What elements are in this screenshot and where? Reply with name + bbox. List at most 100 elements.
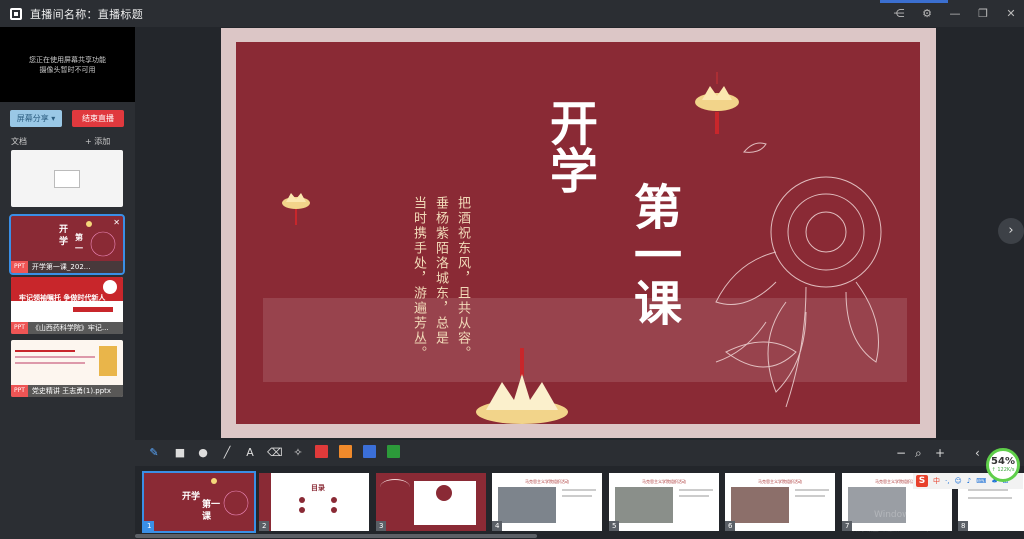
doc-close-icon[interactable]: ✕ bbox=[113, 218, 120, 227]
ppt-badge: PPT bbox=[11, 322, 28, 334]
prev-page-icon[interactable]: ‹ bbox=[975, 446, 980, 460]
thumb-number: 5 bbox=[609, 521, 620, 531]
docs-section-label: 文档 bbox=[11, 137, 27, 146]
svg-text:开: 开 bbox=[59, 224, 68, 235]
doc-item-2[interactable]: 牢记领袖嘱托 争做时代新人 PPT 《山西药科学院》牢记... bbox=[11, 277, 123, 334]
emoji-icon[interactable]: ☺ bbox=[954, 477, 961, 485]
upload-speed: ↑ 122K/s bbox=[991, 467, 1015, 473]
thumb-heading: 马克思主义学院组织活动 bbox=[525, 479, 569, 484]
end-live-button[interactable]: 结束直播 bbox=[72, 110, 124, 127]
circle-icon[interactable]: ● bbox=[196, 446, 210, 460]
app-logo-icon bbox=[10, 7, 22, 20]
thumb-text-line bbox=[968, 489, 1008, 491]
activation-watermark: Windows bbox=[874, 510, 915, 520]
window-controls: ⋲ ⚙ — ❐ ✕ bbox=[892, 0, 1018, 27]
thumb-2-dot bbox=[299, 507, 305, 513]
zoom-out-button[interactable]: − bbox=[896, 446, 906, 460]
doc-thumb-3-line bbox=[15, 350, 75, 352]
minimize-icon[interactable]: — bbox=[948, 7, 962, 20]
thumb-number: 2 bbox=[259, 521, 270, 531]
slide-thumb-2[interactable]: 目录 2 bbox=[259, 473, 369, 531]
thumb-photo bbox=[498, 487, 556, 523]
color-swatch-red[interactable] bbox=[315, 445, 328, 458]
lotus-lantern-icon bbox=[282, 193, 310, 225]
thumb-photo bbox=[615, 487, 673, 523]
thumb-3-branch bbox=[380, 479, 410, 495]
thumb-text-line bbox=[795, 495, 825, 497]
next-slide-button[interactable]: › bbox=[998, 218, 1024, 244]
zoom-in-button[interactable]: + bbox=[935, 446, 945, 460]
thumb-heading: 马克思主义学院组织活动 bbox=[758, 479, 802, 484]
pen-icon[interactable]: ✎ bbox=[147, 446, 161, 460]
thumb-number: 7 bbox=[842, 521, 853, 531]
peony-outline-art bbox=[715, 142, 882, 408]
thumb-1-art: 开学 第一 课 bbox=[182, 478, 249, 522]
thumb-number: 4 bbox=[492, 521, 503, 531]
ppt-badge: PPT bbox=[11, 261, 28, 273]
thumb-number: 1 bbox=[144, 521, 155, 531]
zoom-search-icon[interactable]: ⌕ bbox=[915, 446, 922, 461]
slide-poem-col3: 当时携手处，游遍芳丛。 bbox=[411, 196, 426, 361]
sogou-logo-icon[interactable]: S bbox=[916, 475, 928, 487]
slide-thumb-4[interactable]: 马克思主义学院组织活动 4 bbox=[492, 473, 602, 531]
annotation-toolbar: ✎ ■ ● ╱ A ⌫ ✧ − ⌕ + ‹ bbox=[135, 440, 1024, 466]
camera-message-line2: 摄像头暂时不可用 bbox=[39, 65, 96, 74]
color-swatch-blue[interactable] bbox=[363, 445, 376, 458]
eraser-icon[interactable]: ⌫ bbox=[267, 446, 283, 460]
slide-thumb-5[interactable]: 马克思主义学院组织活动 5 bbox=[609, 473, 719, 531]
school-emblem-icon bbox=[103, 280, 117, 294]
thumb-2-dot bbox=[331, 507, 337, 513]
text-icon[interactable]: A bbox=[243, 446, 257, 460]
slide-thumb-1[interactable]: 开学 第一 课 1 bbox=[142, 471, 256, 533]
share-icon[interactable]: ⋲ bbox=[892, 7, 906, 20]
restore-icon[interactable]: ❐ bbox=[976, 7, 990, 20]
document-placeholder-icon bbox=[54, 169, 80, 188]
slide-thumb-6[interactable]: 马克思主义学院组织活动 6 bbox=[725, 473, 835, 531]
thumb-number: 3 bbox=[376, 521, 387, 531]
clear-icon[interactable]: ✧ bbox=[291, 446, 305, 460]
doc-thumb-2-title: 牢记领袖嘱托 争做时代新人 bbox=[19, 294, 106, 302]
slide-title-2: 第一课 bbox=[625, 182, 681, 326]
svg-text:开学: 开学 bbox=[182, 490, 200, 502]
app-window: 直播间名称：直播标题 ⋲ ⚙ — ❐ ✕ 您正在使用屏幕共享功能 摄像头暂时不可… bbox=[0, 0, 1024, 539]
add-doc-button[interactable]: + 添加 bbox=[85, 136, 110, 147]
color-swatch-green[interactable] bbox=[387, 445, 400, 458]
doc-name: 开学第一课_202... bbox=[31, 263, 91, 271]
svg-text:课: 课 bbox=[202, 510, 212, 522]
thumb-text-line bbox=[679, 489, 713, 491]
svg-text:第: 第 bbox=[75, 232, 83, 242]
slide-stage: 开学 第一课 把酒祝东风，且共从容。 垂杨紫陌洛城东，总是 当时携手处，游遍芳丛… bbox=[135, 27, 1024, 438]
doc-thumb-3-line bbox=[15, 362, 85, 364]
ime-language-toggle[interactable]: 中 bbox=[933, 476, 940, 486]
settings-icon[interactable]: ⚙ bbox=[920, 7, 934, 20]
thumb-text-line bbox=[968, 497, 1012, 499]
doc-name: 《山西药科学院》牢记... bbox=[31, 324, 109, 332]
thumb-text-line bbox=[562, 495, 592, 497]
thumb-text-line bbox=[795, 489, 829, 491]
doc-caption-2: PPT 《山西药科学院》牢记... bbox=[11, 322, 123, 334]
doc-item-1[interactable]: 开 学 第 一 ✕ PPT 开学第一课_202... bbox=[9, 214, 125, 275]
thumb-heading: 马克思主义学院组织活动 bbox=[642, 479, 686, 484]
doc-thumb-3-line bbox=[15, 356, 95, 358]
punct-icon[interactable]: ·, bbox=[945, 477, 949, 485]
rectangle-icon[interactable]: ■ bbox=[173, 446, 187, 460]
doc-name: 党史精讲 王志勇(1).pptx bbox=[31, 387, 112, 395]
camera-message-line1: 您正在使用屏幕共享功能 bbox=[29, 55, 106, 64]
slide-thumb-3[interactable]: 3 bbox=[376, 473, 486, 531]
close-icon[interactable]: ✕ bbox=[1004, 7, 1018, 20]
color-swatch-orange[interactable] bbox=[339, 445, 352, 458]
slide-frame: 开学 第一课 把酒祝东风，且共从容。 垂杨紫陌洛城东，总是 当时携手处，游遍芳丛… bbox=[221, 28, 936, 438]
left-sidebar: 您正在使用屏幕共享功能 摄像头暂时不可用 屏幕分享 ▾ 结束直播 文档 + 添加… bbox=[0, 27, 135, 539]
thumb-2-title: 目录 bbox=[311, 484, 325, 492]
thumbnail-scrollbar[interactable] bbox=[135, 534, 537, 538]
doc-item-3[interactable]: PPT 党史精讲 王志勇(1).pptx bbox=[11, 340, 123, 397]
line-icon[interactable]: ╱ bbox=[220, 446, 234, 460]
mic-icon[interactable]: ♪ bbox=[967, 477, 971, 485]
title-bar: 直播间名称：直播标题 ⋲ ⚙ — ❐ ✕ bbox=[0, 0, 1024, 27]
ppt-badge: PPT bbox=[11, 385, 28, 397]
slide-poem-col2: 垂杨紫陌洛城东，总是 bbox=[433, 196, 448, 346]
network-monitor[interactable]: 54% ↑ 122K/s bbox=[986, 448, 1020, 482]
doc-upload-slot[interactable] bbox=[11, 150, 123, 207]
keyboard-icon[interactable]: ⌨ bbox=[976, 477, 986, 485]
screen-share-button[interactable]: 屏幕分享 ▾ bbox=[10, 110, 62, 127]
